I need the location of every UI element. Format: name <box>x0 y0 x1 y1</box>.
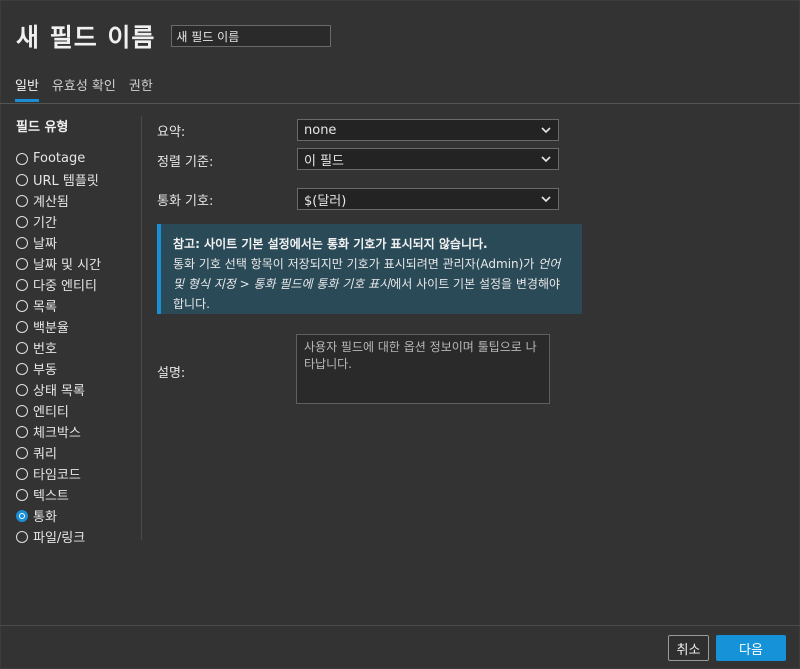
tab-general[interactable]: 일반 <box>15 75 39 102</box>
sort-select[interactable]: 이 필드 <box>297 148 559 170</box>
field-type-option[interactable]: 체크박스 <box>16 421 140 442</box>
field-type-label: 엔티티 <box>33 405 69 420</box>
field-type-option[interactable]: 날짜 <box>16 232 140 253</box>
description-textarea[interactable]: 사용자 필드에 대한 옵션 정보이며 툴팁으로 나타납니다. <box>296 334 550 404</box>
field-type-option[interactable]: 날짜 및 시간 <box>16 253 140 274</box>
radio-unchecked-icon[interactable] <box>16 446 28 459</box>
radio-unchecked-icon[interactable] <box>16 404 28 417</box>
field-type-option[interactable]: 다중 엔티티 <box>16 274 140 295</box>
description-placeholder: 사용자 필드에 대한 옵션 정보이며 툴팁으로 나타납니다. <box>304 340 537 371</box>
field-type-label: 날짜 및 시간 <box>33 258 102 273</box>
dialog-header: 새 필드 이름 <box>16 18 332 54</box>
field-type-option[interactable]: 타임코드 <box>16 463 140 484</box>
tab-validation[interactable]: 유효성 확인 <box>52 75 116 102</box>
summary-select[interactable]: none <box>297 119 559 141</box>
dialog-title: 새 필드 이름 <box>16 23 156 52</box>
field-type-label: 부동 <box>33 363 57 378</box>
field-type-option[interactable]: 파일/링크 <box>16 526 140 547</box>
currency-label: 통화 기호: <box>157 194 214 209</box>
radio-unchecked-icon[interactable] <box>16 299 28 312</box>
field-type-option[interactable]: 텍스트 <box>16 484 140 505</box>
currency-select[interactable]: $(달러) <box>297 188 559 210</box>
field-type-label: 체크박스 <box>33 426 81 441</box>
field-type-option[interactable]: 쿼리 <box>16 442 140 463</box>
radio-unchecked-icon[interactable] <box>16 257 28 270</box>
field-type-option[interactable]: 상태 목록 <box>16 379 140 400</box>
field-type-label: 번호 <box>33 342 57 357</box>
field-type-sidebar: 필드 유형 Footage URL 템플릿계산됨기간날짜날짜 및 시간다중 엔티티… <box>16 116 140 547</box>
field-type-option[interactable]: 목록 <box>16 295 140 316</box>
field-type-label: 백분율 <box>33 321 69 336</box>
tab-bar: 일반 유효성 확인 권한 <box>15 75 166 102</box>
radio-unchecked-icon[interactable] <box>16 236 28 249</box>
currency-select-value: $(달러) <box>304 193 347 209</box>
next-button[interactable]: 다음 <box>716 635 786 661</box>
cancel-button[interactable]: 취소 <box>668 635 709 661</box>
radio-unchecked-icon[interactable] <box>16 152 28 165</box>
field-type-option[interactable]: 계산됨 <box>16 190 140 211</box>
radio-unchecked-icon[interactable] <box>16 383 28 396</box>
chevron-down-icon <box>541 127 551 134</box>
field-type-option[interactable]: 부동 <box>16 358 140 379</box>
new-field-dialog: 새 필드 이름 일반 유효성 확인 권한 필드 유형 Footage URL 템플… <box>0 0 800 669</box>
field-type-label: 타임코드 <box>33 468 81 483</box>
currency-note: 참고: 사이트 기본 설정에서는 통화 기호가 표시되지 않습니다. 통화 기호… <box>157 224 582 314</box>
field-type-label: 상태 목록 <box>33 384 85 399</box>
note-title: 참고: 사이트 기본 설정에서는 통화 기호가 표시되지 않습니다. <box>173 237 488 251</box>
field-type-option[interactable]: 백분율 <box>16 316 140 337</box>
field-type-label: 날짜 <box>33 237 57 252</box>
field-type-list: Footage URL 템플릿계산됨기간날짜날짜 및 시간다중 엔티티목록백분율번… <box>16 148 140 547</box>
radio-unchecked-icon[interactable] <box>16 278 28 291</box>
radio-unchecked-icon[interactable] <box>16 467 28 480</box>
description-label: 설명: <box>157 366 186 381</box>
field-type-label: 목록 <box>33 300 57 315</box>
field-type-option[interactable]: 통화 <box>16 505 140 526</box>
tab-permissions[interactable]: 권한 <box>129 75 153 102</box>
note-body-start: 통화 기호 선택 항목이 저장되지만 기호가 표시되려면 관리자(Admin)가 <box>173 257 539 271</box>
field-type-heading: 필드 유형 <box>16 120 69 135</box>
radio-unchecked-icon[interactable] <box>16 194 28 207</box>
field-type-option[interactable]: 기간 <box>16 211 140 232</box>
field-type-option[interactable]: Footage <box>16 148 140 169</box>
radio-unchecked-icon[interactable] <box>16 425 28 438</box>
summary-select-value: none <box>304 122 337 138</box>
field-type-label: 쿼리 <box>33 447 57 462</box>
field-type-label: Footage <box>33 151 86 166</box>
radio-unchecked-icon[interactable] <box>16 173 28 186</box>
field-type-label: 다중 엔티티 <box>33 279 97 294</box>
field-type-label: 기간 <box>33 216 57 231</box>
footer-divider <box>0 625 800 626</box>
chevron-down-icon <box>541 156 551 163</box>
field-name-input[interactable] <box>171 25 332 47</box>
field-type-label: 텍스트 <box>33 489 69 504</box>
field-type-label: 통화 <box>33 510 57 525</box>
field-type-label: URL 템플릿 <box>33 174 99 189</box>
field-type-label: 파일/링크 <box>33 531 86 546</box>
note-body: 통화 기호 선택 항목이 저장되지만 기호가 표시되려면 관리자(Admin)가… <box>173 254 572 314</box>
radio-unchecked-icon[interactable] <box>16 488 28 501</box>
field-type-option[interactable]: 엔티티 <box>16 400 140 421</box>
sort-select-value: 이 필드 <box>304 153 345 169</box>
chevron-down-icon <box>541 196 551 203</box>
field-type-label: 계산됨 <box>33 195 69 210</box>
field-type-option[interactable]: URL 템플릿 <box>16 169 140 190</box>
tab-divider <box>0 103 800 104</box>
radio-dot <box>20 513 24 518</box>
sort-label: 정렬 기준: <box>157 155 214 170</box>
radio-unchecked-icon[interactable] <box>16 320 28 333</box>
radio-unchecked-icon[interactable] <box>16 530 28 543</box>
summary-label: 요약: <box>157 125 186 140</box>
sidebar-divider <box>141 116 142 540</box>
radio-unchecked-icon[interactable] <box>16 362 28 375</box>
radio-unchecked-icon[interactable] <box>16 341 28 354</box>
radio-unchecked-icon[interactable] <box>16 215 28 228</box>
radio-checked-icon[interactable] <box>16 509 28 522</box>
field-type-option[interactable]: 번호 <box>16 337 140 358</box>
